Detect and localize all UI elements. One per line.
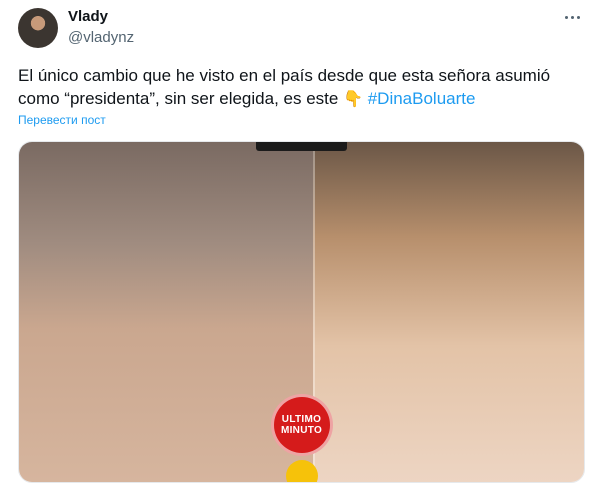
author-handle[interactable]: @vladynz [68, 29, 134, 47]
more-horizontal-icon [564, 15, 580, 19]
tweet: Vlady @vladynz El único cambio que he vi… [0, 0, 600, 489]
right-photo-half [312, 142, 584, 482]
tweet-media-image[interactable]: ULTIMO MINUTO [18, 141, 585, 483]
left-photo-half [19, 142, 313, 482]
pointing-down-icon: 👇 [343, 89, 363, 108]
author-name[interactable]: Vlady [68, 8, 108, 26]
tweet-text: El único cambio que he visto en el país … [18, 64, 588, 110]
translate-post-link[interactable]: Перевести пост [18, 113, 106, 127]
badge-label: ULTIMO MINUTO [280, 414, 323, 436]
top-black-bar [256, 142, 347, 151]
avatar[interactable] [18, 8, 58, 48]
hashtag-link[interactable]: #DinaBoluarte [368, 89, 476, 108]
ultimo-minuto-badge: ULTIMO MINUTO [270, 394, 333, 456]
more-options-button[interactable] [560, 8, 584, 26]
